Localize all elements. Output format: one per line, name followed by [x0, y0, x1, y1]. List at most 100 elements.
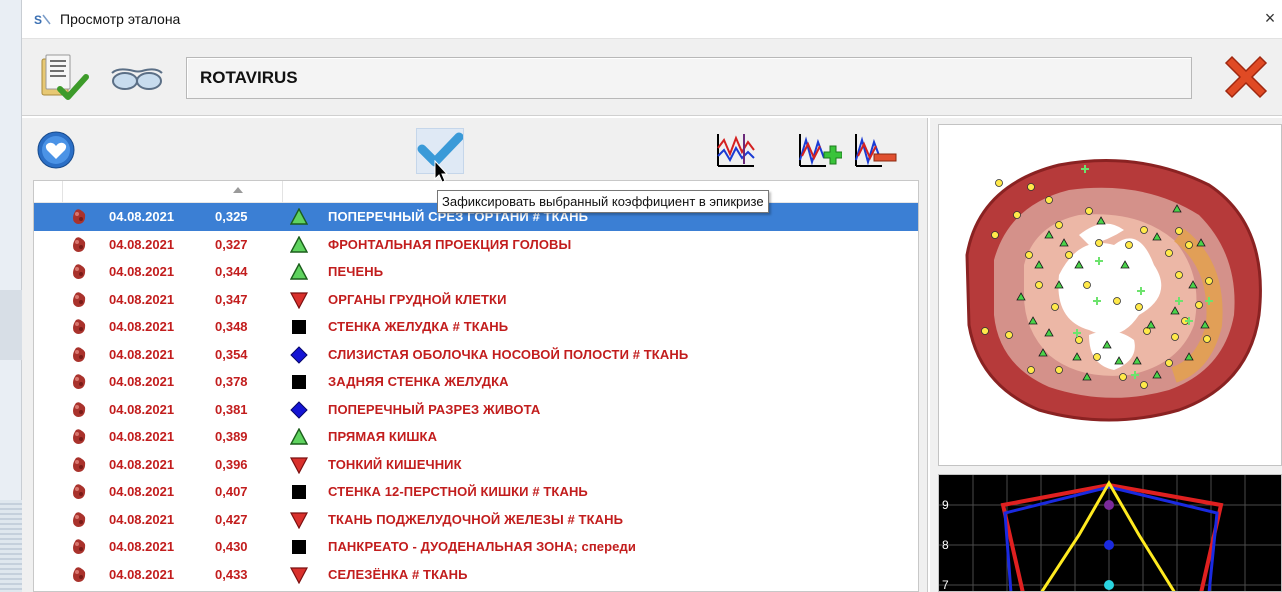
organ-icon: [70, 236, 88, 254]
list-row[interactable]: 04.08.2021 0,407 СТЕНКА 12-ПЕРСТНОЙ КИШКИ …: [34, 478, 918, 506]
row-date: 04.08.2021: [109, 236, 175, 252]
image-marker: [1065, 251, 1073, 259]
organ-icon: [70, 346, 88, 364]
image-marker: [1055, 366, 1063, 374]
row-coefficient: 0,327: [215, 236, 248, 252]
image-marker: [1005, 331, 1013, 339]
organ-icon: [70, 401, 88, 419]
image-marker: [1140, 381, 1148, 389]
results-panel: Зафиксировать выбранный коэффициент в эп…: [22, 118, 928, 592]
list-row[interactable]: 04.08.2021 0,348 СТЕНКА ЖЕЛУДКА # ТКАНЬ: [34, 313, 918, 341]
row-organ-name: СЛИЗИСТАЯ ОБОЛОЧКА НОСОВОЙ ПОЛОСТИ # ТКА…: [328, 346, 689, 362]
chart-add-button[interactable]: [796, 130, 843, 175]
organ-icon: [70, 566, 88, 584]
row-organ-name: ПЕЧЕНЬ: [328, 264, 384, 279]
organ-icon: [70, 538, 88, 556]
image-marker: [1125, 241, 1133, 249]
row-date: 04.08.2021: [109, 429, 175, 444]
view-glasses-button[interactable]: [108, 49, 164, 105]
organ-image: [938, 124, 1282, 466]
close-button[interactable]: [1218, 49, 1274, 105]
row-coefficient: 0,433: [215, 566, 248, 582]
background-app-edge: [0, 0, 22, 592]
triangle-down-red-icon: [290, 566, 308, 584]
etalon-name-field[interactable]: ROTAVIRUS: [186, 57, 1192, 99]
graph-y-label: 8: [942, 538, 949, 552]
row-date: 04.08.2021: [109, 346, 175, 362]
triangle-up-green-icon: [289, 207, 309, 226]
organ-icon: [70, 263, 88, 281]
row-organ-name: ПРЯМАЯ КИШКА: [328, 429, 438, 444]
image-marker: [1119, 373, 1127, 381]
image-marker: [1113, 297, 1121, 305]
favorite-button[interactable]: [36, 130, 76, 175]
triangle-up-green-icon: [289, 427, 309, 446]
row-coefficient: 0,381: [215, 401, 248, 417]
image-marker: [1135, 303, 1143, 311]
triangle-down-red-icon: [290, 511, 308, 529]
list-row[interactable]: 04.08.2021 0,389 ПРЯМАЯ КИШКА: [34, 423, 918, 451]
row-date: 04.08.2021: [109, 511, 175, 527]
image-marker: [991, 231, 999, 239]
title-bar: S Просмотр эталона ×: [22, 0, 1282, 38]
triangle-down-red-icon: [290, 291, 308, 309]
image-marker: [1171, 333, 1179, 341]
results-toolbar: [22, 118, 928, 178]
save-to-record-button[interactable]: [36, 49, 92, 105]
list-row[interactable]: 04.08.2021 0,430 ПАНКРЕАТО - ДУОДЕНАЛЬНАЯ …: [34, 533, 918, 561]
window-close-button[interactable]: ×: [1258, 6, 1282, 30]
diamond-blue-icon: [290, 345, 308, 364]
row-organ-name: СЕЛЕЗЁНКА # ТКАНЬ: [328, 566, 468, 582]
image-marker: [1083, 281, 1091, 289]
list-row[interactable]: 04.08.2021 0,378 ЗАДНЯЯ СТЕНКА ЖЕЛУДКА: [34, 368, 918, 396]
image-marker: [1165, 249, 1173, 257]
row-date: 04.08.2021: [109, 401, 175, 417]
row-coefficient: 0,407: [215, 484, 248, 499]
row-organ-name: ПАНКРЕАТО - ДУОДЕНАЛЬНАЯ ЗОНА; спереди: [328, 539, 636, 554]
list-row[interactable]: 04.08.2021 0,427 ТКАНЬ ПОДЖЕЛУДОЧНОЙ ЖЕЛЕЗ…: [34, 506, 918, 534]
image-marker: [1143, 327, 1151, 335]
image-marker: [1203, 335, 1211, 343]
organ-icon: [70, 208, 88, 226]
list-body: 04.08.2021 0,325 ПОПЕРЕЧНЫЙ СРЕЗ ГОРТАНИ #…: [34, 203, 918, 588]
list-row[interactable]: 04.08.2021 0,354 СЛИЗИСТАЯ ОБОЛОЧКА НОСОВО…: [34, 341, 918, 369]
app-logo-icon: S: [34, 12, 52, 27]
organ-icon: [70, 511, 88, 529]
row-coefficient: 0,427: [215, 511, 248, 527]
graph-y-label: 7: [942, 578, 949, 592]
square-black-icon: [290, 538, 308, 556]
row-coefficient: 0,347: [215, 291, 248, 307]
row-organ-name: СТЕНКА 12-ПЕРСТНОЙ КИШКИ # ТКАНЬ: [328, 484, 588, 499]
diamond-blue-icon: [290, 400, 308, 419]
list-row[interactable]: 04.08.2021 0,347 ОРГАНЫ ГРУДНОЙ КЛЕТКИ: [34, 286, 918, 314]
window-title: Просмотр эталона: [60, 11, 181, 27]
profile-chart: 9 8 7: [939, 475, 1281, 592]
mouse-cursor-icon: [434, 159, 450, 189]
tooltip: Зафиксировать выбранный коэффициент в эп…: [437, 190, 769, 213]
results-list[interactable]: 04.08.2021 0,325 ПОПЕРЕЧНЫЙ СРЕЗ ГОРТАНИ #…: [33, 180, 919, 592]
square-black-icon: [290, 483, 308, 501]
image-marker: [1075, 336, 1083, 344]
row-organ-name: ТОНКИЙ КИШЕЧНИК: [328, 456, 462, 472]
triangle-up-green-icon: [289, 262, 309, 281]
chart-compare-button[interactable]: [714, 130, 756, 175]
row-coefficient: 0,325: [215, 209, 248, 224]
square-black-icon: [290, 318, 308, 336]
list-row[interactable]: 04.08.2021 0,396 ТОНКИЙ КИШЕЧНИК: [34, 451, 918, 479]
list-row[interactable]: 04.08.2021 0,344 ПЕЧЕНЬ: [34, 258, 918, 286]
list-row[interactable]: 04.08.2021 0,381 ПОПЕРЕЧНЫЙ РАЗРЕЗ ЖИВОТА: [34, 396, 918, 424]
chart-scale-icon: [717, 134, 755, 167]
row-organ-name: ЗАДНЯЯ СТЕНКА ЖЕЛУДКА: [328, 374, 509, 389]
image-marker: [1035, 281, 1043, 289]
sort-ascending-icon[interactable]: [233, 187, 243, 193]
organ-icon: [70, 318, 88, 336]
list-row[interactable]: 04.08.2021 0,433 СЕЛЕЗЁНКА # ТКАНЬ: [34, 561, 918, 589]
chart-plus-icon: [799, 134, 843, 167]
triangle-down-red-icon: [290, 456, 308, 474]
row-date: 04.08.2021: [109, 209, 175, 224]
list-row[interactable]: 04.08.2021 0,327 ФРОНТАЛЬНАЯ ПРОЕКЦИЯ ГОЛО…: [34, 231, 918, 259]
glasses-icon: [111, 68, 163, 90]
image-marker: [1185, 241, 1193, 249]
row-organ-name: ТКАНЬ ПОДЖЕЛУДОЧНОЙ ЖЕЛЕЗЫ # ТКАНЬ: [328, 511, 624, 527]
chart-remove-button[interactable]: [852, 130, 898, 175]
